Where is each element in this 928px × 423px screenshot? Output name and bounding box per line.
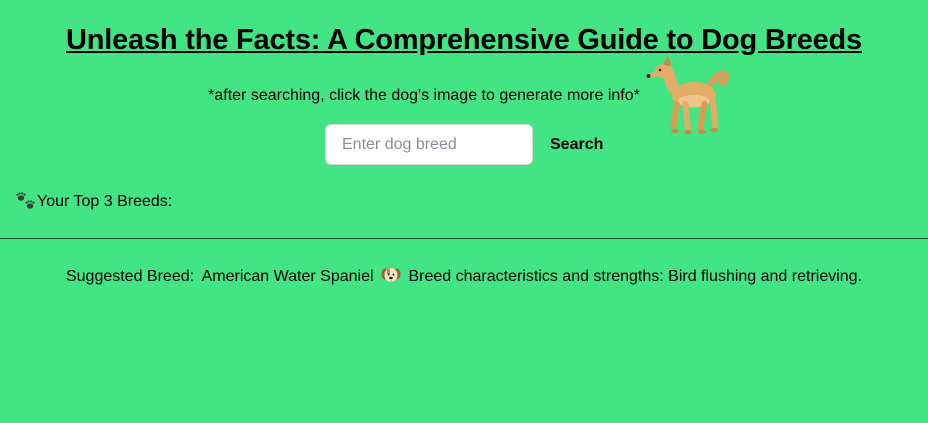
dog-face-icon <box>381 267 401 282</box>
search-button[interactable]: Search <box>540 128 613 162</box>
breed-search-input[interactable] <box>325 124 533 165</box>
dog-emoji-icon[interactable] <box>644 55 730 139</box>
page-title: Unleash the Facts: A Comprehensive Guide… <box>66 24 862 56</box>
characteristics-value: Bird flushing and retrieving. <box>668 268 863 285</box>
suggested-breed-label: Suggested Breed: <box>65 268 195 285</box>
characteristics-label: Breed characteristics and strengths: <box>408 268 664 285</box>
divider <box>0 238 928 239</box>
suggested-breed-name: American Water Spaniel <box>201 268 374 285</box>
top-breeds-section: Your Top 3 Breeds: <box>15 192 172 212</box>
suggested-breed-line: Suggested Breed: American Water Spaniel … <box>0 265 928 286</box>
top-breeds-label: Your Top 3 Breeds: <box>37 193 173 210</box>
paw-prints-icon <box>16 192 35 209</box>
